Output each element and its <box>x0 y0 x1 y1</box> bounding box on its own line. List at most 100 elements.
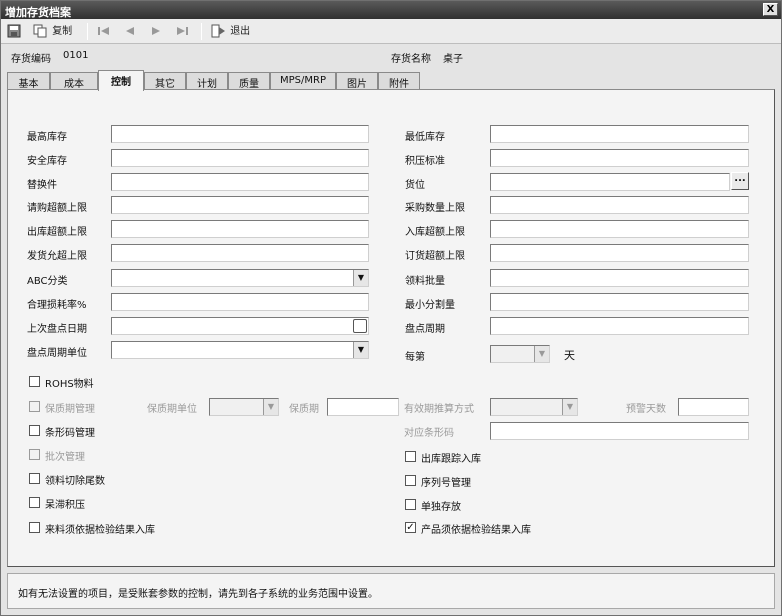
delivery-excess-field[interactable] <box>111 244 369 262</box>
prev-record-button[interactable] <box>123 23 137 40</box>
replacement-field[interactable] <box>111 173 369 191</box>
next-record-icon <box>152 27 160 35</box>
barcode-checkbox[interactable] <box>29 425 40 436</box>
incoming-inspection-checkbox[interactable] <box>29 522 40 533</box>
product-inspection-checkbox[interactable]: ✓ <box>405 522 416 533</box>
next-record-button[interactable] <box>149 23 163 40</box>
corresponding-barcode-label: 对应条形码 <box>404 428 454 439</box>
batch-checkbox[interactable] <box>29 449 40 460</box>
shelf-life-unit-select[interactable]: ▼ <box>209 398 279 416</box>
tab-image[interactable]: 图片 <box>336 72 378 90</box>
every-select[interactable]: ▼ <box>490 345 550 363</box>
exit-icon <box>211 24 225 38</box>
purchase-qty-limit-label: 采购数量上限 <box>405 203 465 214</box>
inventory-archive-window: 增加存货档案 X 复制 退出 存货编码 0101 存货名称 桌子 基本 成本 控… <box>0 0 782 616</box>
batch-label: 批次管理 <box>45 452 85 463</box>
order-excess-field[interactable] <box>490 244 749 262</box>
toolbar: 复制 退出 <box>1 19 781 44</box>
tab-cost[interactable]: 成本 <box>50 72 98 90</box>
cut-tail-label: 领料切除尾数 <box>45 476 105 487</box>
barcode-label: 条形码管理 <box>45 428 95 439</box>
location-field[interactable] <box>490 173 730 191</box>
max-stock-field[interactable] <box>111 125 369 143</box>
outbound-trace-checkbox[interactable] <box>405 451 416 462</box>
last-record-button[interactable] <box>175 23 189 40</box>
dropdown-arrow-icon[interactable]: ▼ <box>263 399 278 415</box>
save-button[interactable] <box>7 23 21 40</box>
replacement-label: 替换件 <box>27 180 57 191</box>
location-label: 货位 <box>405 180 425 191</box>
min-split-label: 最小分割量 <box>405 300 455 311</box>
shelf-life-checkbox[interactable] <box>29 401 40 412</box>
dropdown-arrow-icon[interactable]: ▼ <box>534 346 549 362</box>
inbound-excess-label: 入库超额上限 <box>405 227 465 238</box>
picking-batch-field[interactable] <box>490 269 749 287</box>
last-count-date-field[interactable] <box>111 317 369 335</box>
expiry-calc-select[interactable]: ▼ <box>490 398 578 416</box>
backlog-standard-field[interactable] <box>490 149 749 167</box>
inventory-code-label: 存货编码 <box>11 54 51 65</box>
inventory-code-value: 0101 <box>63 50 89 61</box>
tab-mps-mrp[interactable]: MPS/MRP <box>270 72 336 90</box>
safety-stock-label: 安全库存 <box>27 156 67 167</box>
cut-tail-checkbox[interactable] <box>29 473 40 484</box>
loss-rate-field[interactable] <box>111 293 369 311</box>
tab-basic[interactable]: 基本 <box>7 72 50 90</box>
inventory-name-label: 存货名称 <box>391 54 431 65</box>
tab-attachment[interactable]: 附件 <box>378 72 420 90</box>
outbound-trace-label: 出库跟踪入库 <box>421 454 481 465</box>
title-bar: 增加存货档案 X <box>1 1 781 19</box>
count-cycle-unit-label: 盘点周期单位 <box>27 348 87 359</box>
count-cycle-unit-select[interactable]: ▼ <box>111 341 369 359</box>
copy-button[interactable]: 复制 <box>33 23 72 40</box>
dropdown-arrow-icon[interactable]: ▼ <box>353 342 368 358</box>
requisition-excess-label: 请购超额上限 <box>27 203 87 214</box>
outbound-excess-field[interactable] <box>111 220 369 238</box>
abc-class-select[interactable]: ▼ <box>111 269 369 287</box>
dropdown-arrow-icon[interactable]: ▼ <box>562 399 577 415</box>
rohs-checkbox[interactable] <box>29 376 40 387</box>
count-cycle-label: 盘点周期 <box>405 324 445 335</box>
status-text: 如有无法设置的项目，是受账套参数的控制，请先到各子系统的业务范围中设置。 <box>18 589 378 600</box>
warning-days-field[interactable] <box>678 398 749 416</box>
purchase-qty-limit-field[interactable] <box>490 196 749 214</box>
corresponding-barcode-field[interactable] <box>490 422 749 440</box>
every-label: 每第 <box>405 352 425 363</box>
min-stock-field[interactable] <box>490 125 749 143</box>
tab-other[interactable]: 其它 <box>144 72 186 90</box>
first-record-icon <box>98 27 109 35</box>
abc-class-label: ABC分类 <box>27 276 68 287</box>
copy-label: 复制 <box>52 26 73 37</box>
rohs-label: ROHS物料 <box>45 379 94 390</box>
safety-stock-field[interactable] <box>111 149 369 167</box>
single-store-label: 单独存放 <box>421 502 461 513</box>
exit-button[interactable]: 退出 <box>211 23 250 40</box>
count-cycle-field[interactable] <box>490 317 749 335</box>
expiry-calc-label: 有效期推算方式 <box>404 404 474 415</box>
shelf-life-period-field[interactable] <box>327 398 399 416</box>
warning-days-label: 预警天数 <box>626 404 666 415</box>
tab-quality[interactable]: 质量 <box>228 72 270 90</box>
min-split-field[interactable] <box>490 293 749 311</box>
serial-checkbox[interactable] <box>405 475 416 486</box>
first-record-button[interactable] <box>97 23 111 40</box>
close-button[interactable]: X <box>763 3 778 16</box>
single-store-checkbox[interactable] <box>405 499 416 510</box>
inbound-excess-field[interactable] <box>490 220 749 238</box>
tab-plan[interactable]: 计划 <box>186 72 228 90</box>
calendar-icon[interactable] <box>353 319 367 333</box>
last-count-date-label: 上次盘点日期 <box>27 324 87 335</box>
window-title: 增加存货档案 <box>5 6 71 19</box>
dropdown-arrow-icon[interactable]: ▼ <box>353 270 368 286</box>
requisition-excess-field[interactable] <box>111 196 369 214</box>
save-icon <box>7 24 21 38</box>
shelf-life-label: 保质期管理 <box>45 404 95 415</box>
delivery-excess-label: 发货允超上限 <box>27 251 87 262</box>
trace-backlog-label: 呆滞积压 <box>45 500 85 511</box>
location-browse-button[interactable]: ... <box>731 172 749 190</box>
prev-record-icon <box>126 27 134 35</box>
exit-label: 退出 <box>230 26 251 37</box>
tab-control[interactable]: 控制 <box>98 70 144 91</box>
trace-backlog-checkbox[interactable] <box>29 497 40 508</box>
product-inspection-label: 产品须依据检验结果入库 <box>421 525 531 536</box>
